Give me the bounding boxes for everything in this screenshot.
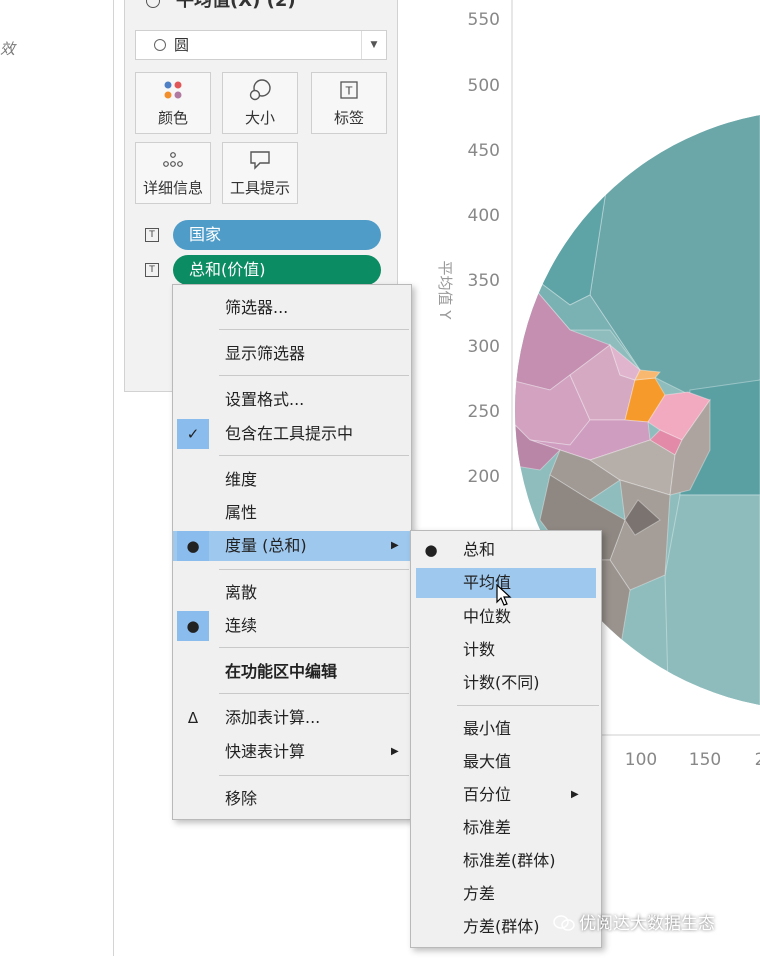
tooltip-icon [223, 143, 297, 177]
label-button-label: 标签 [333, 109, 364, 127]
y-tick-label: 300 [468, 337, 500, 357]
submenu-arrow-icon: ▶ [571, 789, 579, 800]
menu-item-remove[interactable]: 移除 [173, 784, 411, 814]
cell [575, 0, 615, 50]
menu-item-dimension[interactable]: 维度 [173, 465, 411, 495]
cell [664, 494, 760, 710]
bullet-icon: ● [424, 541, 438, 559]
submenu-item-stdev-population[interactable]: 标准差(群体) [411, 846, 601, 876]
tooltip-button-label: 工具提示 [229, 179, 290, 197]
circle-mark-icon [154, 39, 166, 51]
menu-separator [457, 705, 599, 706]
menu-separator [219, 455, 409, 456]
country-pill[interactable]: 国家 [173, 220, 381, 250]
menu-item-discrete[interactable]: 离散 [173, 578, 411, 608]
label-icon: T [312, 73, 386, 107]
menu-separator [219, 647, 409, 648]
cell [515, 110, 621, 176]
submenu-item-average[interactable]: 平均值 [416, 568, 596, 606]
text-encoding-icon[interactable]: T [145, 263, 159, 277]
mark-type-label: 圆 [174, 36, 190, 54]
size-icon [223, 73, 297, 107]
submenu-item-maximum[interactable]: 最大值 [411, 747, 601, 777]
cell [570, 0, 760, 100]
y-tick-label: 250 [468, 402, 500, 422]
field-context-menu: 筛选器... 显示筛选器 设置格式... ✓ 包含在工具提示中 维度 属性 ● … [172, 284, 412, 820]
checkmark-icon: ✓ [177, 419, 209, 449]
submenu-item-minimum[interactable]: 最小值 [411, 714, 601, 744]
menu-item-quick-table-calc[interactable]: 快速表计算 ▶ [173, 737, 411, 767]
y-axis-title: 平均值 Y [436, 261, 454, 321]
submenu-item-stdev[interactable]: 标准差 [411, 813, 601, 843]
svg-text:T: T [345, 85, 353, 98]
x-tick-label: 100 [625, 750, 657, 770]
menu-item-format[interactable]: 设置格式... [173, 385, 411, 415]
detail-icon [136, 143, 210, 177]
detail-button[interactable]: 详细信息 [135, 142, 211, 204]
y-tick-label: 550 [468, 10, 500, 30]
menu-separator [219, 775, 409, 776]
aggregation-submenu: ● 总和 平均值 中位数 计数 计数(不同) 最小值 最大值 百分位 ▶ 标准差… [410, 530, 602, 948]
size-button-label: 大小 [244, 109, 275, 127]
marks-card-title[interactable]: 平均值(X) (2) [146, 0, 296, 12]
pane-divider [113, 0, 114, 956]
size-button[interactable]: 大小 [222, 72, 298, 134]
y-tick-label: 400 [468, 206, 500, 226]
delta-icon: Δ [187, 709, 199, 727]
menu-item-show-filter[interactable]: 显示筛选器 [173, 339, 411, 369]
submenu-item-variance[interactable]: 方差 [411, 879, 601, 909]
menu-separator [219, 693, 409, 694]
sum-value-pill[interactable]: 总和(价值) [173, 255, 381, 285]
field-row-country: T 国家 [145, 220, 385, 250]
color-button-label: 颜色 [157, 109, 188, 127]
left-pane-text-fragment: 效 [0, 40, 16, 58]
menu-separator [219, 569, 409, 570]
watermark-text: 优阅达大数据生态 [579, 914, 715, 934]
menu-item-include-in-tooltip[interactable]: ✓ 包含在工具提示中 [173, 419, 411, 449]
chevron-down-icon[interactable]: ▼ [361, 31, 386, 59]
submenu-arrow-icon: ▶ [391, 746, 399, 757]
y-tick-label: 200 [468, 467, 500, 487]
menu-item-filter[interactable]: 筛选器... [173, 293, 411, 323]
detail-button-label: 详细信息 [142, 179, 203, 197]
text-encoding-icon[interactable]: T [145, 228, 159, 242]
menu-item-add-table-calc[interactable]: Δ 添加表计算... [173, 703, 411, 733]
tooltip-button[interactable]: 工具提示 [222, 142, 298, 204]
x-tick-label: 2 [755, 750, 760, 770]
submenu-item-count[interactable]: 计数 [411, 635, 601, 665]
menu-separator [219, 375, 409, 376]
y-tick-label: 350 [468, 271, 500, 291]
field-row-value: T 总和(价值) [145, 255, 385, 285]
menu-separator [219, 329, 409, 330]
submenu-arrow-icon: ▶ [391, 540, 399, 551]
submenu-item-count-distinct[interactable]: 计数(不同) [411, 668, 601, 698]
bullet-icon: ● [177, 531, 209, 561]
submenu-item-percentile[interactable]: 百分位 ▶ [411, 780, 601, 810]
x-tick-label: 150 [689, 750, 721, 770]
marks-card-title-text: 平均值(X) (2) [176, 0, 296, 11]
color-button[interactable]: 颜色 [135, 72, 211, 134]
y-tick-label: 450 [468, 141, 500, 161]
watermark: 优阅达大数据生态 [553, 909, 715, 934]
submenu-item-median[interactable]: 中位数 [411, 602, 601, 632]
submenu-item-sum[interactable]: ● 总和 [411, 535, 601, 565]
mark-type-dropdown[interactable]: 圆 ▼ [135, 30, 387, 60]
menu-item-continuous[interactable]: ● 连续 [173, 611, 411, 641]
label-button[interactable]: T 标签 [311, 72, 387, 134]
y-tick-label: 500 [468, 76, 500, 96]
wechat-icon [553, 915, 575, 931]
menu-item-attribute[interactable]: 属性 [173, 498, 411, 528]
menu-item-edit-in-shelf[interactable]: 在功能区中编辑 [173, 657, 411, 687]
color-dots-icon [136, 73, 210, 107]
bullet-icon: ● [177, 611, 209, 641]
collapse-radio-icon [146, 0, 160, 8]
menu-item-measure[interactable]: ● 度量 (总和) ▶ [173, 531, 411, 561]
